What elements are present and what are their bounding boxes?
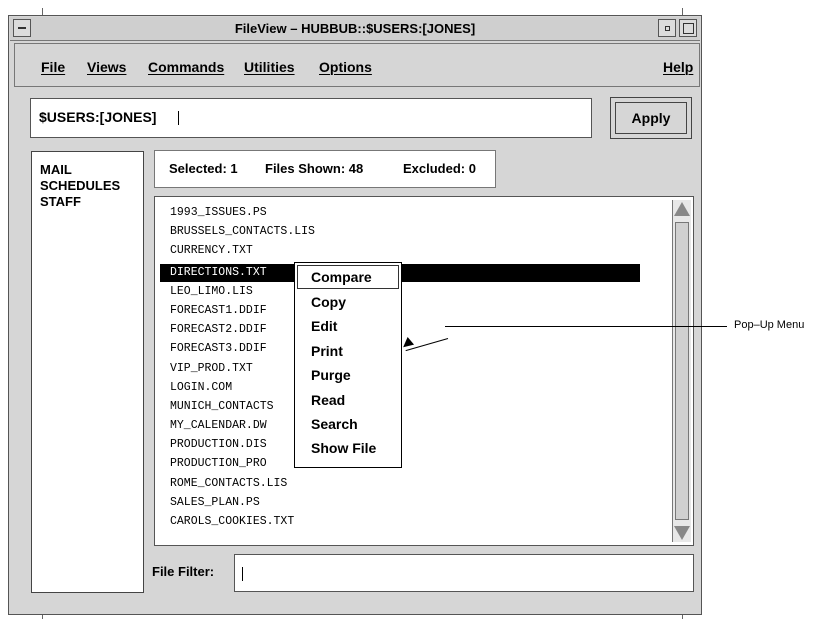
file-list[interactable]: 1993_ISSUES.PS BRUSSELS_CONTACTS.LIS CUR… bbox=[154, 196, 694, 546]
popup-item-search[interactable]: Search bbox=[311, 416, 358, 432]
file-item[interactable]: VIP_PROD.TXT bbox=[170, 362, 253, 376]
menu-help[interactable]: Help bbox=[663, 59, 693, 75]
file-item[interactable]: CAROLS_COOKIES.TXT bbox=[170, 515, 294, 529]
popup-menu: Compare Copy Edit Print Purge Read Searc… bbox=[294, 262, 402, 468]
popup-item-compare[interactable]: Compare bbox=[311, 269, 372, 285]
maximize-icon[interactable] bbox=[679, 19, 697, 37]
popup-item-copy[interactable]: Copy bbox=[311, 294, 346, 310]
file-item[interactable]: FORECAST1.DDIF bbox=[170, 304, 267, 318]
text-cursor bbox=[178, 111, 181, 125]
file-item[interactable]: PRODUCTION.DIS bbox=[170, 438, 267, 452]
text-cursor bbox=[242, 567, 245, 581]
folder-item-schedules[interactable]: SCHEDULES bbox=[40, 178, 120, 194]
file-item[interactable]: MY_CALENDAR.DW bbox=[170, 419, 267, 433]
file-filter-label: File Filter: bbox=[152, 564, 215, 579]
path-input[interactable]: $USERS:[JONES] bbox=[30, 98, 592, 138]
file-item[interactable]: ROME_CONTACTS.LIS bbox=[170, 477, 287, 491]
file-item[interactable]: LOGIN.COM bbox=[170, 381, 232, 395]
folder-list[interactable]: MAIL SCHEDULES STAFF bbox=[31, 151, 144, 593]
window-title: FileView – HUBBUB::$USERS:[JONES] bbox=[234, 21, 476, 36]
scroll-up-arrow-icon[interactable] bbox=[674, 202, 690, 216]
file-item[interactable]: LEO_LIMO.LIS bbox=[170, 285, 253, 299]
file-item-selected[interactable]: DIRECTIONS.TXT bbox=[170, 266, 267, 280]
file-item[interactable]: BRUSSELS_CONTACTS.LIS bbox=[170, 225, 315, 239]
file-filter-input[interactable] bbox=[234, 554, 694, 592]
menu-views[interactable]: Views bbox=[87, 59, 126, 75]
scroll-thumb[interactable] bbox=[675, 222, 689, 520]
file-item[interactable]: CURRENCY.TXT bbox=[170, 244, 253, 258]
popup-item-read[interactable]: Read bbox=[311, 392, 345, 408]
menu-file[interactable]: File bbox=[41, 59, 65, 75]
folder-item-mail[interactable]: MAIL bbox=[40, 162, 72, 178]
apply-label: Apply bbox=[615, 102, 687, 134]
title-bar[interactable]: FileView – HUBBUB::$USERS:[JONES] bbox=[10, 17, 700, 41]
callout-line bbox=[445, 326, 727, 327]
file-item[interactable]: 1993_ISSUES.PS bbox=[170, 206, 267, 220]
files-shown-count: Files Shown: 48 bbox=[265, 161, 364, 176]
file-item[interactable]: FORECAST3.DDIF bbox=[170, 342, 267, 356]
menu-utilities[interactable]: Utilities bbox=[244, 59, 295, 75]
scroll-down-arrow-icon[interactable] bbox=[674, 526, 690, 540]
callout-label: Pop–Up Menu bbox=[734, 319, 805, 331]
file-item[interactable]: MUNICH_CONTACTS bbox=[170, 400, 274, 414]
file-item[interactable]: PRODUCTION_PRO bbox=[170, 457, 267, 471]
selected-count: Selected: 1 bbox=[169, 161, 238, 176]
popup-item-purge[interactable]: Purge bbox=[311, 367, 351, 383]
vertical-scrollbar[interactable] bbox=[672, 200, 691, 542]
menu-options[interactable]: Options bbox=[319, 59, 372, 75]
path-value: $USERS:[JONES] bbox=[39, 109, 157, 125]
excluded-count: Excluded: 0 bbox=[403, 161, 476, 176]
file-item[interactable]: FORECAST2.DDIF bbox=[170, 323, 267, 337]
file-item[interactable]: SALES_PLAN.PS bbox=[170, 496, 260, 510]
minimize-icon[interactable] bbox=[658, 19, 676, 37]
status-panel: Selected: 1 Files Shown: 48 Excluded: 0 bbox=[154, 150, 496, 188]
folder-item-staff[interactable]: STAFF bbox=[40, 194, 81, 210]
menu-commands[interactable]: Commands bbox=[148, 59, 224, 75]
popup-item-show-file[interactable]: Show File bbox=[311, 440, 376, 456]
popup-item-edit[interactable]: Edit bbox=[311, 318, 337, 334]
apply-button[interactable]: Apply bbox=[610, 97, 692, 139]
popup-item-print[interactable]: Print bbox=[311, 343, 343, 359]
menu-bar: File Views Commands Utilities Options He… bbox=[14, 43, 700, 87]
